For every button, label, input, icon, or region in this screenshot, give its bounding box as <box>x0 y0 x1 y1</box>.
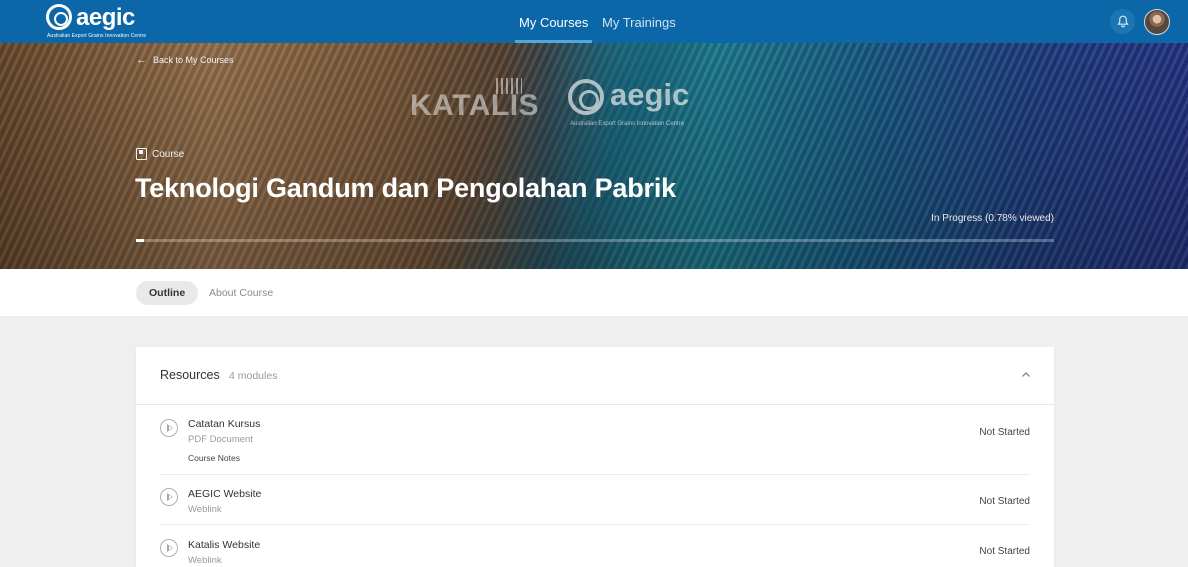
resource-name[interactable]: Catatan Kursus <box>188 418 260 430</box>
bell-icon <box>1116 15 1129 28</box>
module-count: 4 modules <box>229 370 278 382</box>
logo-text: aegic <box>76 4 135 31</box>
course-progress-bar <box>136 239 1054 242</box>
course-hero-banner: ← Back to My Courses KATALIS aegic Austr… <box>0 43 1188 269</box>
resource-status: Not Started <box>979 427 1030 438</box>
course-progress-fill <box>136 239 144 242</box>
nav-tab-my-courses[interactable]: My Courses <box>514 0 593 43</box>
play-circle-icon[interactable] <box>160 419 178 437</box>
resource-status: Not Started <box>979 496 1030 507</box>
resource-type: Weblink <box>188 555 222 566</box>
resource-note: Course Notes <box>188 453 240 463</box>
resources-header[interactable]: Resources 4 modules <box>136 347 1054 405</box>
aegic-hero-logo-icon <box>568 79 604 115</box>
course-title: Teknologi Gandum dan Pengolahan Pabrik <box>135 173 676 203</box>
content-type-label: Course <box>136 148 184 160</box>
aegic-hero-logo-subtitle: Australian Export Grains Innovation Cent… <box>570 121 685 127</box>
resource-row[interactable]: AEGIC Website Weblink Not Started <box>160 475 1030 525</box>
tab-about-course[interactable]: About Course <box>196 281 286 305</box>
resources-card: Resources 4 modules Catatan Kursus PDF D… <box>136 347 1054 567</box>
back-to-courses-link[interactable]: ← Back to My Courses <box>136 54 234 66</box>
play-circle-icon[interactable] <box>160 488 178 506</box>
tab-outline[interactable]: Outline <box>136 281 199 305</box>
progress-status-text: In Progress (0.78% viewed) <box>931 213 1054 224</box>
resource-type: PDF Document <box>188 434 253 445</box>
logo-subtitle: Australian Export Grains Innovation Cent… <box>47 33 147 39</box>
katalis-logo-text: KATALIS <box>410 89 540 122</box>
content-type-text: Course <box>152 148 185 160</box>
resource-type: Weblink <box>188 504 222 515</box>
resources-title: Resources <box>160 368 220 382</box>
aegic-logo-icon <box>46 4 72 30</box>
top-nav-bar: aegic Australian Export Grains Innovatio… <box>0 0 1188 43</box>
aegic-hero-logo: aegic Australian Export Grains Innovatio… <box>568 77 698 131</box>
resource-name[interactable]: Katalis Website <box>188 539 260 551</box>
katalis-logo: KATALIS <box>408 76 539 132</box>
chevron-up-icon[interactable] <box>1020 369 1032 381</box>
course-icon <box>136 148 147 160</box>
resource-status: Not Started <box>979 546 1030 557</box>
resource-row[interactable]: Catatan Kursus PDF Document Course Notes… <box>160 405 1030 475</box>
resource-name[interactable]: AEGIC Website <box>188 488 261 500</box>
user-avatar[interactable] <box>1144 9 1170 35</box>
resource-row[interactable]: Katalis Website Weblink Not Started <box>160 525 1030 567</box>
arrow-left-icon: ← <box>136 54 147 66</box>
play-circle-icon[interactable] <box>160 539 178 557</box>
aegic-logo[interactable]: aegic Australian Export Grains Innovatio… <box>46 4 146 40</box>
notifications-button[interactable] <box>1110 9 1135 34</box>
nav-tab-my-trainings[interactable]: My Trainings <box>602 0 676 43</box>
course-tabs: Outline About Course <box>0 269 1188 316</box>
back-link-label: Back to My Courses <box>153 55 234 65</box>
aegic-hero-logo-text: aegic <box>610 77 690 112</box>
